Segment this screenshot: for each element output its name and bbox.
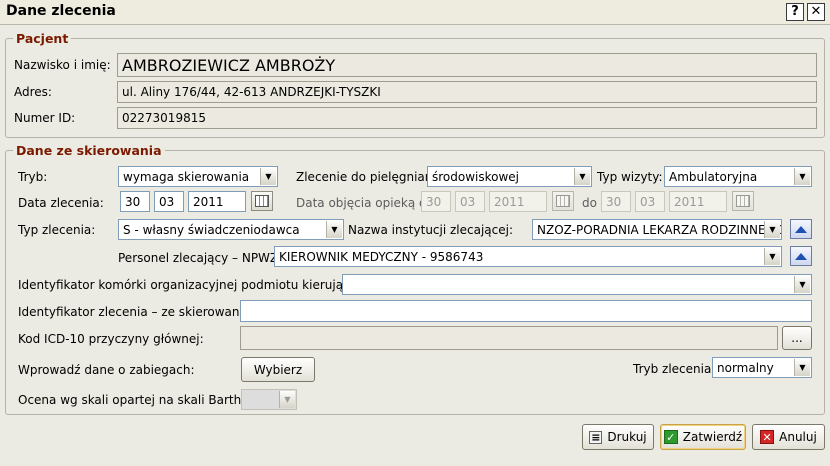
staff-label: Personel zlecający – NPWZ: bbox=[118, 251, 283, 265]
referral-legend: Dane ze skierowania bbox=[13, 143, 165, 158]
confirm-button[interactable]: ✓ Zatwierdź bbox=[660, 424, 746, 450]
order-type-select[interactable]: S - własny świadczeniodawca ▼ bbox=[118, 219, 344, 240]
nurse-order-label: Zlecenie do pielęgniarki: bbox=[296, 170, 445, 184]
calendar-icon bbox=[556, 195, 570, 207]
order-date-day[interactable]: 30 bbox=[120, 191, 150, 212]
staff-lookup-button[interactable] bbox=[790, 246, 812, 266]
nurse-order-select[interactable]: środowiskowej ▼ bbox=[427, 166, 592, 187]
title-bar: Dane zlecenia ? ✕ bbox=[0, 0, 830, 25]
print-button[interactable]: ≡ Drukuj bbox=[582, 424, 654, 450]
care-to-label: do bbox=[582, 196, 597, 210]
order-id-label: Identyfikator zlecenia – ze skierowania: bbox=[18, 305, 255, 319]
close-button[interactable]: ✕ bbox=[807, 3, 825, 21]
calendar-icon bbox=[255, 195, 269, 207]
care-to-month: 03 bbox=[635, 191, 665, 212]
barthel-label: Ocena wg skali opartej na skali Barthel: bbox=[18, 393, 256, 407]
care-from-year: 2011 bbox=[489, 191, 547, 212]
order-mode-select-value: normalny bbox=[717, 360, 774, 375]
chevron-down-icon: ▼ bbox=[764, 221, 780, 238]
patient-name-label: Nazwisko i imię: bbox=[14, 58, 111, 72]
order-type-select-value: S - własny świadczeniodawca bbox=[123, 222, 300, 237]
order-date-year[interactable]: 2011 bbox=[188, 191, 246, 212]
unit-id-label: Identyfikator komórki organizacyjnej pod… bbox=[18, 278, 377, 292]
print-button-label: Drukuj bbox=[607, 430, 647, 444]
mode-select-value: wymaga skierowania bbox=[123, 169, 250, 184]
institution-label: Nazwa instytucji zlecającej: bbox=[348, 223, 514, 237]
icd-field bbox=[240, 326, 778, 350]
printer-icon: ≡ bbox=[589, 430, 603, 444]
icd-browse-button[interactable]: ... bbox=[782, 326, 812, 350]
procedures-select-button[interactable]: Wybierz bbox=[241, 357, 315, 382]
order-date-calendar-button[interactable] bbox=[251, 191, 273, 211]
order-date-label: Data zlecenia: bbox=[18, 196, 104, 210]
chevron-down-icon: ▼ bbox=[326, 221, 342, 238]
cancel-button[interactable]: ✕ Anuluj bbox=[752, 424, 825, 450]
chevron-down-icon: ▼ bbox=[794, 276, 810, 293]
procedures-label: Wprowadź dane o zabiegach: bbox=[18, 363, 195, 377]
barthel-select: ▼ bbox=[241, 389, 297, 410]
chevron-down-icon: ▼ bbox=[279, 391, 295, 408]
chevron-down-icon: ▼ bbox=[764, 248, 780, 265]
chevron-down-icon: ▼ bbox=[794, 359, 810, 376]
patient-id-label: Numer ID: bbox=[14, 111, 76, 125]
order-type-label: Typ zlecenia: bbox=[18, 223, 96, 237]
visit-type-select-value: Ambulatoryjna bbox=[669, 169, 758, 184]
staff-select[interactable]: KIEROWNIK MEDYCZNY - 9586743 ▼ bbox=[274, 246, 782, 267]
cancel-button-label: Anuluj bbox=[779, 430, 817, 444]
institution-select[interactable]: NZOZ-PORADNIA LEKARZA RODZINNEGO ▼ bbox=[532, 219, 782, 240]
institution-lookup-button[interactable] bbox=[790, 219, 812, 239]
order-date-month[interactable]: 03 bbox=[154, 191, 184, 212]
care-to-year: 2011 bbox=[669, 191, 727, 212]
calendar-icon bbox=[736, 195, 750, 207]
order-mode-label: Tryb zlecenia: bbox=[633, 362, 716, 376]
chevron-down-icon: ▼ bbox=[574, 168, 590, 185]
confirm-button-label: Zatwierdź bbox=[682, 430, 743, 444]
window-title: Dane zlecenia bbox=[6, 3, 116, 19]
chevron-down-icon: ▼ bbox=[260, 168, 276, 185]
staff-select-value: KIEROWNIK MEDYCZNY - 9586743 bbox=[279, 249, 484, 264]
visit-type-label: Typ wizyty: bbox=[597, 170, 663, 184]
patient-name-field: AMBROZIEWICZ AMBROŻY bbox=[117, 53, 817, 77]
care-from-month: 03 bbox=[455, 191, 485, 212]
triangle-up-icon bbox=[795, 225, 807, 233]
help-button[interactable]: ? bbox=[786, 3, 804, 21]
care-from-day: 30 bbox=[421, 191, 451, 212]
care-to-calendar-button bbox=[732, 191, 754, 211]
patient-legend: Pacjent bbox=[13, 31, 72, 46]
mode-select[interactable]: wymaga skierowania ▼ bbox=[118, 166, 278, 187]
patient-id-field: 02273019815 bbox=[117, 107, 817, 129]
order-id-input[interactable] bbox=[240, 300, 812, 322]
visit-type-select[interactable]: Ambulatoryjna ▼ bbox=[664, 166, 812, 187]
triangle-up-icon bbox=[795, 252, 807, 260]
unit-id-select[interactable]: ▼ bbox=[342, 274, 812, 295]
care-to-day: 30 bbox=[601, 191, 631, 212]
icd-label: Kod ICD-10 przyczyny głównej: bbox=[18, 332, 204, 346]
order-mode-select[interactable]: normalny ▼ bbox=[712, 357, 812, 378]
care-from-calendar-button bbox=[552, 191, 574, 211]
patient-address-field: ul. Aliny 176/44, 42-613 ANDRZEJKI-TYSZK… bbox=[117, 81, 817, 103]
care-from-label: Data objęcia opieką od bbox=[296, 196, 434, 210]
chevron-down-icon: ▼ bbox=[794, 168, 810, 185]
institution-select-value: NZOZ-PORADNIA LEKARZA RODZINNEGO bbox=[537, 222, 782, 237]
patient-address-label: Adres: bbox=[14, 85, 52, 99]
cancel-x-icon: ✕ bbox=[760, 430, 775, 444]
checkmark-icon: ✓ bbox=[663, 430, 678, 444]
mode-label: Tryb: bbox=[18, 170, 48, 184]
nurse-order-select-value: środowiskowej bbox=[432, 169, 520, 184]
